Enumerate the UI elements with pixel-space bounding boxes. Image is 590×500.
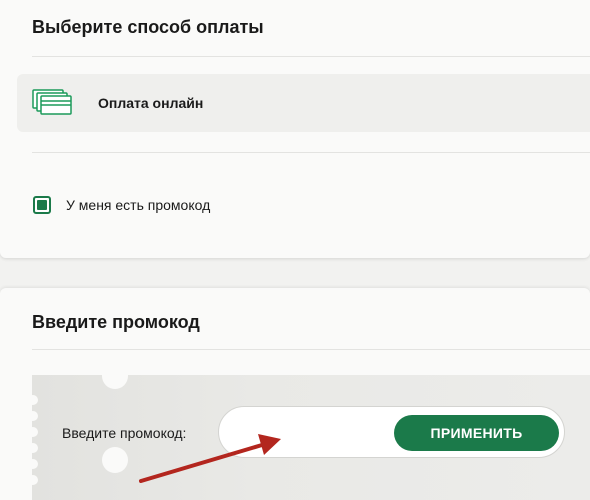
promocode-title: Введите промокод: [32, 312, 200, 332]
divider: [32, 349, 590, 350]
coupon-perforation: [32, 411, 38, 421]
has-promocode-checkbox[interactable]: [33, 196, 51, 214]
promocode-field-label: Введите промокод:: [62, 425, 187, 441]
payment-method-card: Выберите способ оплаты Оплата онлайн У м…: [0, 0, 590, 258]
promocode-form: ПРИМЕНИТЬ: [218, 406, 565, 458]
divider: [32, 152, 590, 153]
credit-cards-icon: [32, 89, 72, 115]
payment-method-title: Выберите способ оплаты: [32, 17, 264, 37]
coupon-notch: [102, 447, 128, 473]
apply-promocode-button[interactable]: ПРИМЕНИТЬ: [394, 415, 559, 451]
coupon-perforation: [32, 475, 38, 485]
checkout-page: Выберите способ оплаты Оплата онлайн У м…: [0, 0, 590, 500]
payment-option-online[interactable]: Оплата онлайн: [17, 74, 590, 132]
promocode-card: Введите промокод Введите промокод: ПРИМЕ…: [0, 288, 590, 500]
has-promocode-checkbox-row[interactable]: У меня есть промокод: [33, 194, 210, 216]
divider: [32, 56, 590, 57]
coupon-notch: [102, 375, 128, 389]
coupon-perforation: [32, 395, 38, 405]
checkbox-checked-mark: [37, 200, 47, 210]
coupon-perforation: [32, 459, 38, 469]
coupon-perforation: [32, 427, 38, 437]
promocode-input[interactable]: [233, 415, 387, 451]
coupon-perforation: [32, 443, 38, 453]
has-promocode-label: У меня есть промокод: [66, 197, 211, 213]
payment-option-label: Оплата онлайн: [98, 95, 204, 111]
coupon-panel: Введите промокод: ПРИМЕНИТЬ: [32, 375, 590, 500]
